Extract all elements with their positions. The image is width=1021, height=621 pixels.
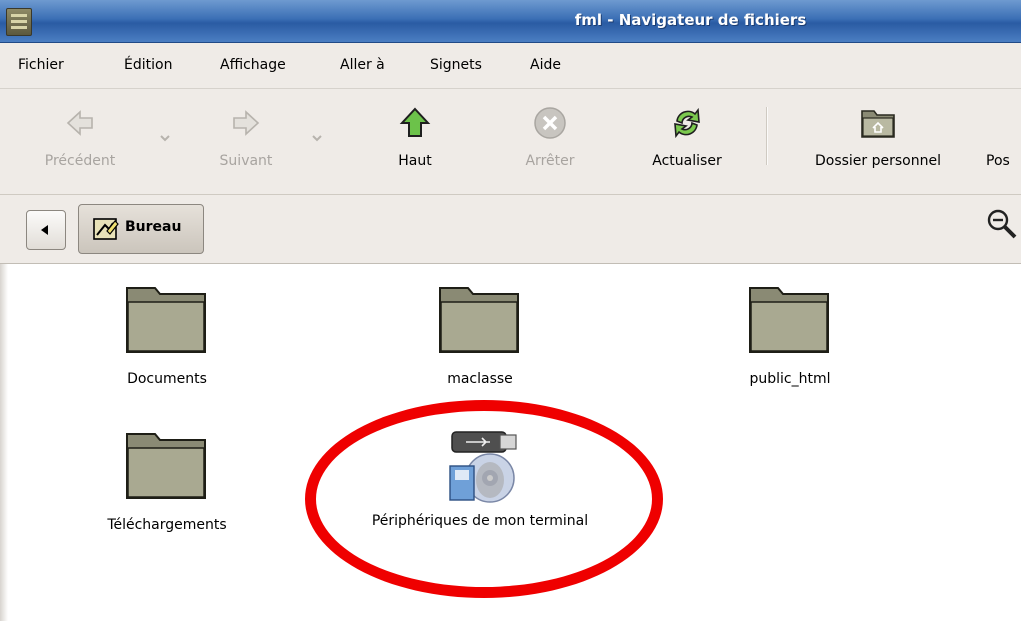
toolbar-separator	[766, 107, 768, 165]
file-label: Téléchargements	[107, 517, 227, 533]
window-title: fml - Navigateur de fichiers	[574, 11, 807, 29]
left-arrow-icon	[41, 225, 48, 235]
menu-edition[interactable]: Édition	[124, 57, 172, 73]
up-button[interactable]: Haut	[380, 97, 450, 187]
folder-icon	[439, 287, 519, 353]
file-public-html[interactable]: public_html	[713, 282, 867, 390]
view-left-shadow	[0, 264, 8, 621]
up-arrow-icon	[399, 107, 431, 137]
computer-label: Pos	[986, 153, 1010, 169]
back-button[interactable]: Précédent	[28, 97, 132, 187]
stop-label: Arrêter	[525, 153, 575, 169]
highlight-ellipse	[305, 400, 663, 598]
back-arrow-icon	[66, 110, 93, 136]
folder-icon	[126, 287, 206, 353]
reload-label: Actualiser	[652, 153, 722, 169]
breadcrumb-bureau[interactable]: Bureau	[78, 204, 204, 254]
file-telechargements[interactable]: Téléchargements	[70, 428, 264, 536]
file-maclasse[interactable]: maclasse	[403, 282, 557, 390]
zoom-out-icon[interactable]	[985, 207, 1019, 241]
breadcrumb-label: Bureau	[125, 219, 182, 235]
forward-history-chevron-icon[interactable]	[310, 131, 324, 145]
computer-button[interactable]: Pos	[986, 97, 1021, 187]
path-back-button[interactable]	[26, 210, 66, 250]
menu-aide[interactable]: Aide	[530, 57, 561, 73]
title-bar: fml - Navigateur de fichiers	[0, 0, 1021, 43]
up-label: Haut	[398, 153, 432, 169]
forward-button[interactable]: Suivant	[196, 97, 296, 187]
menu-aller-a[interactable]: Aller à	[340, 57, 385, 73]
folder-icon	[126, 433, 206, 499]
desktop-icon	[93, 218, 119, 240]
home-button[interactable]: Dossier personnel	[788, 97, 968, 187]
menu-bar: Fichier Édition Affichage Aller à Signet…	[0, 43, 1021, 89]
reload-button[interactable]: Actualiser	[632, 97, 742, 187]
stop-button[interactable]: Arrêter	[510, 97, 590, 187]
back-label: Précédent	[44, 153, 116, 169]
back-history-chevron-icon[interactable]	[158, 131, 172, 145]
file-label: maclasse	[447, 371, 513, 387]
folder-icon	[749, 287, 829, 353]
forward-label: Suivant	[219, 153, 273, 169]
menu-signets[interactable]: Signets	[430, 57, 482, 73]
menu-fichier[interactable]: Fichier	[18, 57, 64, 73]
forward-arrow-icon	[233, 110, 260, 136]
reload-icon	[674, 107, 700, 139]
stop-icon	[534, 107, 566, 139]
file-label: Documents	[127, 371, 207, 387]
file-label: public_html	[749, 371, 831, 387]
home-label: Dossier personnel	[814, 153, 941, 169]
toolbar: Précédent Suivant Haut Arrêter Actualise	[0, 89, 1021, 195]
menu-affichage[interactable]: Affichage	[220, 57, 286, 73]
file-documents[interactable]: Documents	[90, 282, 244, 390]
home-folder-icon	[861, 110, 895, 138]
